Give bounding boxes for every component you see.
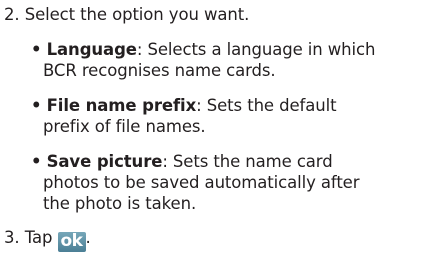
option-save-picture: • Save picture: Sets the name card xyxy=(31,152,333,172)
bullet: • xyxy=(31,96,42,115)
step-number: 2. xyxy=(4,5,20,24)
step-2: 2. Select the option you want. xyxy=(4,5,249,25)
option-description: photos to be saved automatically after xyxy=(43,173,360,192)
option-file-name-prefix: • File name prefix: Sets the default xyxy=(31,96,337,116)
option-language: • Language: Selects a language in which xyxy=(31,40,375,60)
step-text: Tap xyxy=(24,228,53,247)
ok-button[interactable]: ok xyxy=(57,232,86,252)
option-description: BCR recognises name cards. xyxy=(43,61,276,80)
option-description: prefix of file names. xyxy=(43,117,206,136)
option-name: File name prefix xyxy=(46,96,197,115)
option-language-desc-2: BCR recognises name cards. xyxy=(43,61,276,81)
option-description: : Sets the name card xyxy=(162,152,333,171)
option-save-picture-desc-2: photos to be saved automatically after xyxy=(43,173,360,193)
option-name: Language xyxy=(46,40,137,59)
option-description: the photo is taken. xyxy=(43,194,197,213)
period: . xyxy=(85,228,91,247)
bullet: • xyxy=(31,152,42,171)
step-3: 3. Tap ok. xyxy=(4,228,91,252)
option-save-picture-desc-3: the photo is taken. xyxy=(43,194,196,214)
option-description: : Sets the default xyxy=(196,96,337,115)
option-description: : Selects a language in which xyxy=(136,40,376,59)
step-text: Select the option you want. xyxy=(24,5,250,24)
option-name: Save picture xyxy=(46,152,163,171)
step-number: 3. xyxy=(4,228,20,247)
bullet: • xyxy=(31,40,42,59)
manual-page: 2. Select the option you want. • Languag… xyxy=(0,0,427,257)
option-file-name-prefix-desc-2: prefix of file names. xyxy=(43,117,206,137)
